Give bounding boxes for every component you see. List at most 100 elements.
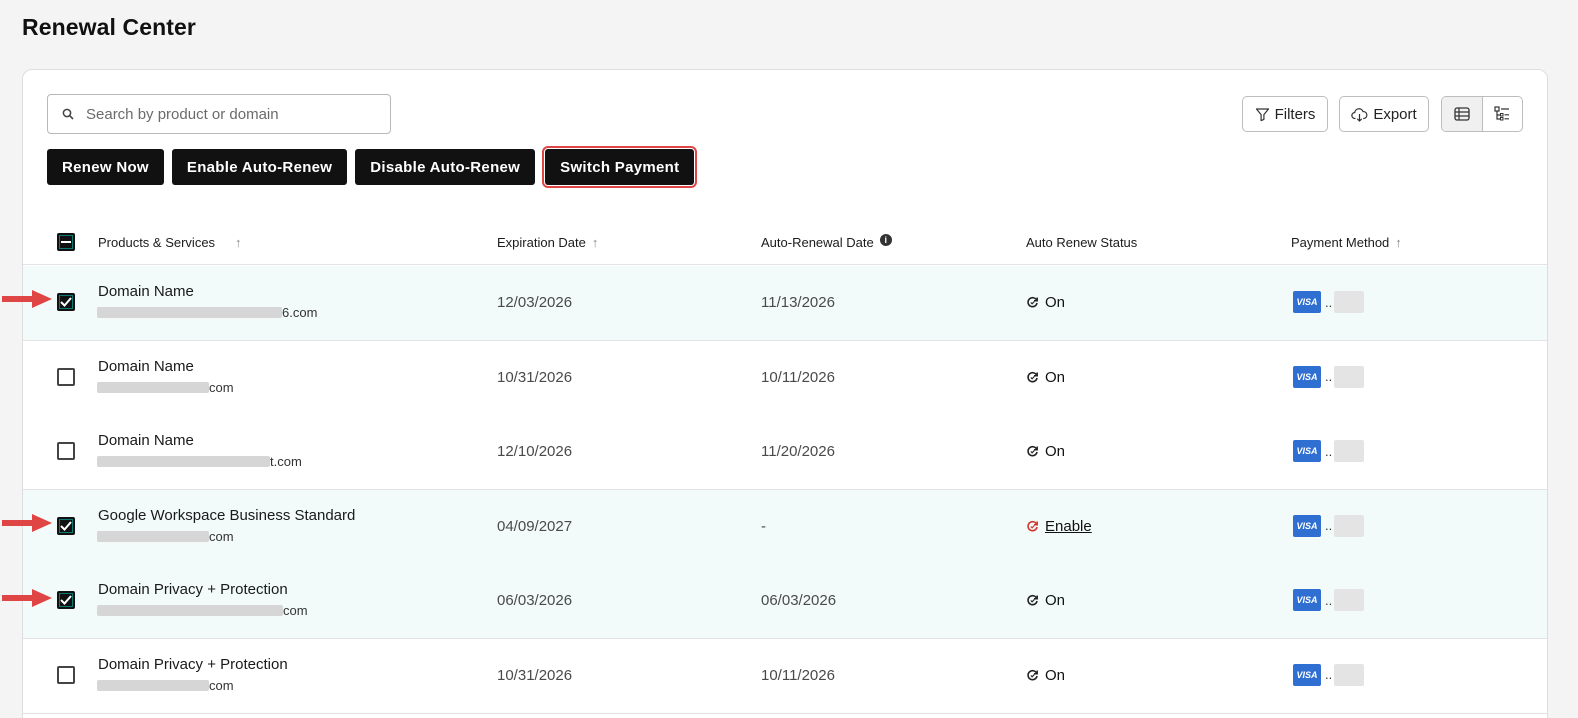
redacted-card-digits	[1334, 365, 1365, 388]
domain-text: com	[97, 380, 234, 395]
row-checkbox[interactable]	[57, 293, 75, 311]
header-auto-renewal-label: Auto-Renewal Date	[761, 235, 874, 250]
domain-text: t.com	[97, 454, 302, 469]
header-status-label: Auto Renew Status	[1026, 235, 1138, 250]
domain-suffix: 6.com	[282, 305, 318, 320]
redacted-card-digits	[1334, 440, 1365, 462]
export-label: Export	[1373, 105, 1417, 123]
export-button[interactable]: Export	[1339, 96, 1429, 132]
header-products-label: Products & Services	[98, 235, 216, 250]
card-masked: ..	[1325, 667, 1333, 682]
header-payment-label: Payment Method	[1291, 235, 1390, 250]
header-payment[interactable]: Payment Method ↑	[1291, 220, 1402, 265]
row-checkbox[interactable]	[57, 665, 75, 684]
payment-method: VISA ..	[1293, 440, 1365, 462]
enable-auto-renew-link[interactable]: Enable	[1045, 518, 1092, 535]
payment-method: VISA ..	[1293, 291, 1365, 313]
annotation-arrow	[2, 514, 52, 532]
product-name: Google Workspace Business Standard	[98, 506, 356, 524]
renew-now-button[interactable]: Renew Now	[47, 149, 164, 185]
payment-method: VISA ..	[1293, 365, 1365, 388]
redacted-card-digits	[1334, 663, 1365, 686]
table-header: Products & Services ↑ Expiration Date ↑ …	[23, 220, 1547, 265]
refresh-icon	[1027, 594, 1038, 606]
card-masked: ..	[1325, 369, 1333, 384]
tree-view-button[interactable]	[1483, 97, 1523, 131]
select-all-checkbox[interactable]	[57, 233, 75, 251]
table-row[interactable]: Domain Privacy + Protection com 10/31/20…	[23, 638, 1547, 714]
domain-text: com	[97, 603, 308, 618]
header-expiration-label: Expiration Date	[497, 235, 586, 250]
search-box[interactable]	[47, 94, 391, 134]
header-expiration[interactable]: Expiration Date ↑	[497, 220, 598, 265]
auto-renew-status: On	[1026, 667, 1065, 684]
sort-up-icon: ↑	[591, 235, 599, 250]
visa-card-icon: VISA	[1293, 663, 1321, 686]
row-checkbox[interactable]	[57, 367, 75, 386]
filters-button[interactable]: Filters	[1242, 96, 1328, 132]
filters-label: Filters	[1274, 105, 1316, 123]
domain-suffix: com	[209, 528, 234, 544]
refresh-icon	[1027, 520, 1038, 531]
redacted-domain	[97, 530, 209, 542]
checkmark-icon	[60, 595, 72, 605]
redacted-domain	[97, 679, 209, 691]
refresh-icon	[1027, 371, 1038, 382]
row-checkbox[interactable]	[57, 591, 75, 609]
table-view-button[interactable]	[1442, 97, 1483, 131]
card-masked: ..	[1325, 592, 1333, 608]
row-checkbox[interactable]	[57, 516, 75, 535]
auto-renewal-date: 11/13/2026	[761, 294, 835, 311]
enable-auto-renew-button[interactable]: Enable Auto-Renew	[171, 149, 348, 185]
visa-card-icon: VISA	[1293, 365, 1321, 388]
status-label: On	[1045, 368, 1066, 386]
info-icon[interactable]: i	[879, 233, 892, 246]
refresh-icon	[1027, 669, 1038, 680]
visa-card-icon: VISA	[1293, 514, 1321, 537]
cloud-download-icon	[1351, 107, 1368, 122]
annotation-arrow	[2, 589, 52, 607]
redacted-domain	[97, 381, 209, 393]
row-checkbox[interactable]	[57, 442, 75, 460]
visa-card-icon: VISA	[1293, 589, 1321, 611]
header-auto-renewal: Auto-Renewal Date i	[761, 220, 892, 265]
domain-text: com	[97, 529, 234, 544]
auto-renewal-date: 10/11/2026	[761, 666, 835, 684]
auto-renew-status[interactable]: Enable	[1026, 518, 1092, 535]
redacted-domain	[97, 307, 282, 318]
product-name: Domain Privacy + Protection	[98, 581, 288, 598]
renewal-card: Filters Export	[22, 69, 1548, 718]
product-name: Domain Name	[98, 432, 194, 449]
auto-renew-status: On	[1026, 369, 1065, 386]
auto-renew-status: On	[1026, 592, 1065, 609]
domain-suffix: com	[209, 379, 234, 395]
auto-renewal-date: 06/03/2026	[761, 592, 837, 609]
annotation-arrow	[2, 290, 52, 308]
card-masked: ..	[1325, 294, 1333, 310]
auto-renew-status: On	[1026, 443, 1065, 460]
status-label: On	[1045, 294, 1066, 311]
table-row[interactable]: Domain Name t.com 12/10/2026 11/20/2026 …	[23, 415, 1547, 490]
expiration-date: 10/31/2026	[497, 368, 573, 386]
payment-method: VISA ..	[1293, 589, 1365, 611]
header-products[interactable]: Products & Services ↑	[98, 220, 242, 265]
domain-suffix: com	[283, 603, 308, 618]
table-row[interactable]: Domain Name com 10/31/2026 10/11/2026 On…	[23, 340, 1547, 416]
expiration-date: 06/03/2026	[497, 592, 573, 609]
page-title: Renewal Center	[22, 14, 196, 40]
table-row[interactable]: Domain Privacy + Protection com 06/03/20…	[23, 564, 1547, 639]
card-masked: ..	[1325, 443, 1333, 459]
search-input[interactable]	[86, 105, 366, 123]
visa-card-icon: VISA	[1293, 291, 1321, 313]
table-row[interactable]: Domain Name 6.com 12/03/2026 11/13/2026 …	[23, 266, 1547, 341]
table-row[interactable]: Google Workspace Business Standard com 0…	[23, 489, 1547, 565]
status-label: On	[1045, 666, 1066, 684]
payment-method: VISA ..	[1293, 514, 1365, 537]
indeterminate-mark	[61, 241, 71, 243]
redacted-card-digits	[1334, 514, 1365, 537]
filter-icon	[1255, 107, 1269, 121]
switch-payment-button[interactable]: Switch Payment	[542, 146, 698, 188]
disable-auto-renew-button[interactable]: Disable Auto-Renew	[355, 149, 536, 185]
domain-text: com	[97, 678, 234, 693]
expiration-date: 10/31/2026	[497, 666, 573, 684]
